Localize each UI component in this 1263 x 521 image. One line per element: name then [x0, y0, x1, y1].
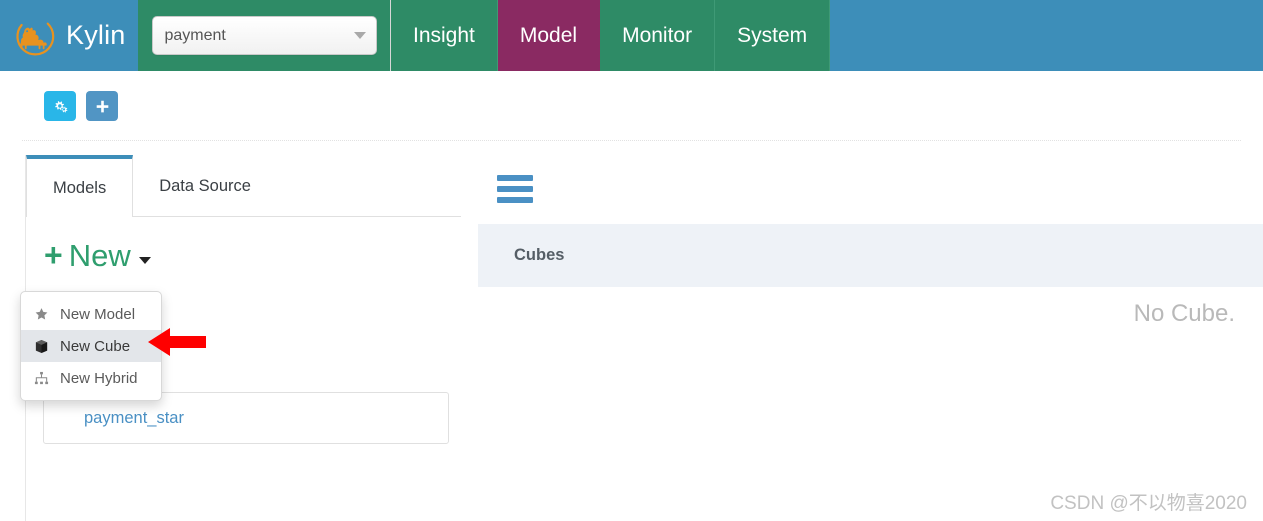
hamburger-bar	[497, 186, 533, 192]
chevron-down-icon	[353, 32, 366, 39]
nav-tab-insight[interactable]: Insight	[391, 0, 498, 71]
nav-tab-monitor[interactable]: Monitor	[600, 0, 716, 71]
add-button[interactable]	[86, 91, 118, 121]
brand-area[interactable]: Kylin	[0, 0, 138, 71]
tab-data-source[interactable]: Data Source	[133, 155, 277, 217]
menu-item-new-cube[interactable]: New Cube	[21, 330, 161, 362]
navbar-filler	[830, 0, 1263, 71]
caret-down-icon	[138, 256, 151, 264]
nav-tab-insight-label: Insight	[413, 23, 475, 47]
watermark: CSDN @不以物喜2020	[1050, 493, 1247, 514]
plus-icon	[96, 100, 108, 112]
menu-item-new-model-label: New Model	[60, 305, 136, 323]
plus-icon: +	[44, 237, 63, 273]
hamburger-bar	[497, 197, 533, 203]
cubes-section-header: Cubes	[478, 224, 1263, 287]
gears-button[interactable]	[44, 91, 76, 121]
hamburger-icon[interactable]	[461, 155, 533, 208]
nav-tabs: Insight Model Monitor System	[391, 0, 831, 71]
panel-tabstrip: Models Data Source	[26, 155, 461, 218]
new-dropdown-menu: New Model New Cube New Hybrid	[20, 291, 162, 401]
menu-item-new-hybrid-label: New Hybrid	[60, 369, 138, 387]
cube-icon	[33, 339, 50, 354]
red-arrow-pointer	[148, 328, 206, 356]
menu-item-new-hybrid[interactable]: New Hybrid	[21, 362, 161, 394]
brand-name: Kylin	[66, 20, 126, 50]
empty-state-message: No Cube.	[1133, 300, 1235, 327]
sitemap-icon	[33, 371, 50, 386]
gears-icon	[54, 100, 67, 112]
nav-tab-model-label: Model	[519, 23, 578, 47]
project-select[interactable]: payment	[151, 16, 377, 55]
star-icon	[33, 307, 50, 322]
kylin-web-app: Kylin payment Insight Model Monitor Syst…	[0, 0, 1263, 521]
menu-item-new-model[interactable]: New Model	[21, 298, 161, 330]
project-selector-wrap: payment	[138, 0, 391, 71]
toolbar-divider	[22, 140, 1241, 141]
kylin-logo-icon	[16, 22, 55, 55]
nav-tab-monitor-label: Monitor	[622, 23, 693, 47]
nav-tab-system-label: System	[737, 23, 808, 47]
nav-tab-system[interactable]: System	[715, 0, 831, 71]
top-navbar: Kylin payment Insight Model Monitor Syst…	[0, 0, 1263, 71]
tab-models-label: Models	[53, 178, 107, 197]
hamburger-bar	[497, 175, 533, 181]
menu-item-new-cube-label: New Cube	[60, 337, 131, 355]
cubes-title: Cubes	[514, 246, 565, 264]
new-button-label: New	[68, 237, 131, 273]
nav-tab-model[interactable]: Model	[497, 0, 601, 71]
new-dropdown-button[interactable]: + New	[26, 217, 461, 271]
tab-data-source-label: Data Source	[159, 176, 251, 195]
right-panel: Cubes No Cube.	[461, 155, 1263, 521]
project-select-value: payment	[164, 26, 226, 44]
action-toolbar	[0, 71, 1263, 141]
tab-models[interactable]: Models	[26, 155, 134, 218]
model-name-link[interactable]: payment_star	[84, 409, 184, 428]
